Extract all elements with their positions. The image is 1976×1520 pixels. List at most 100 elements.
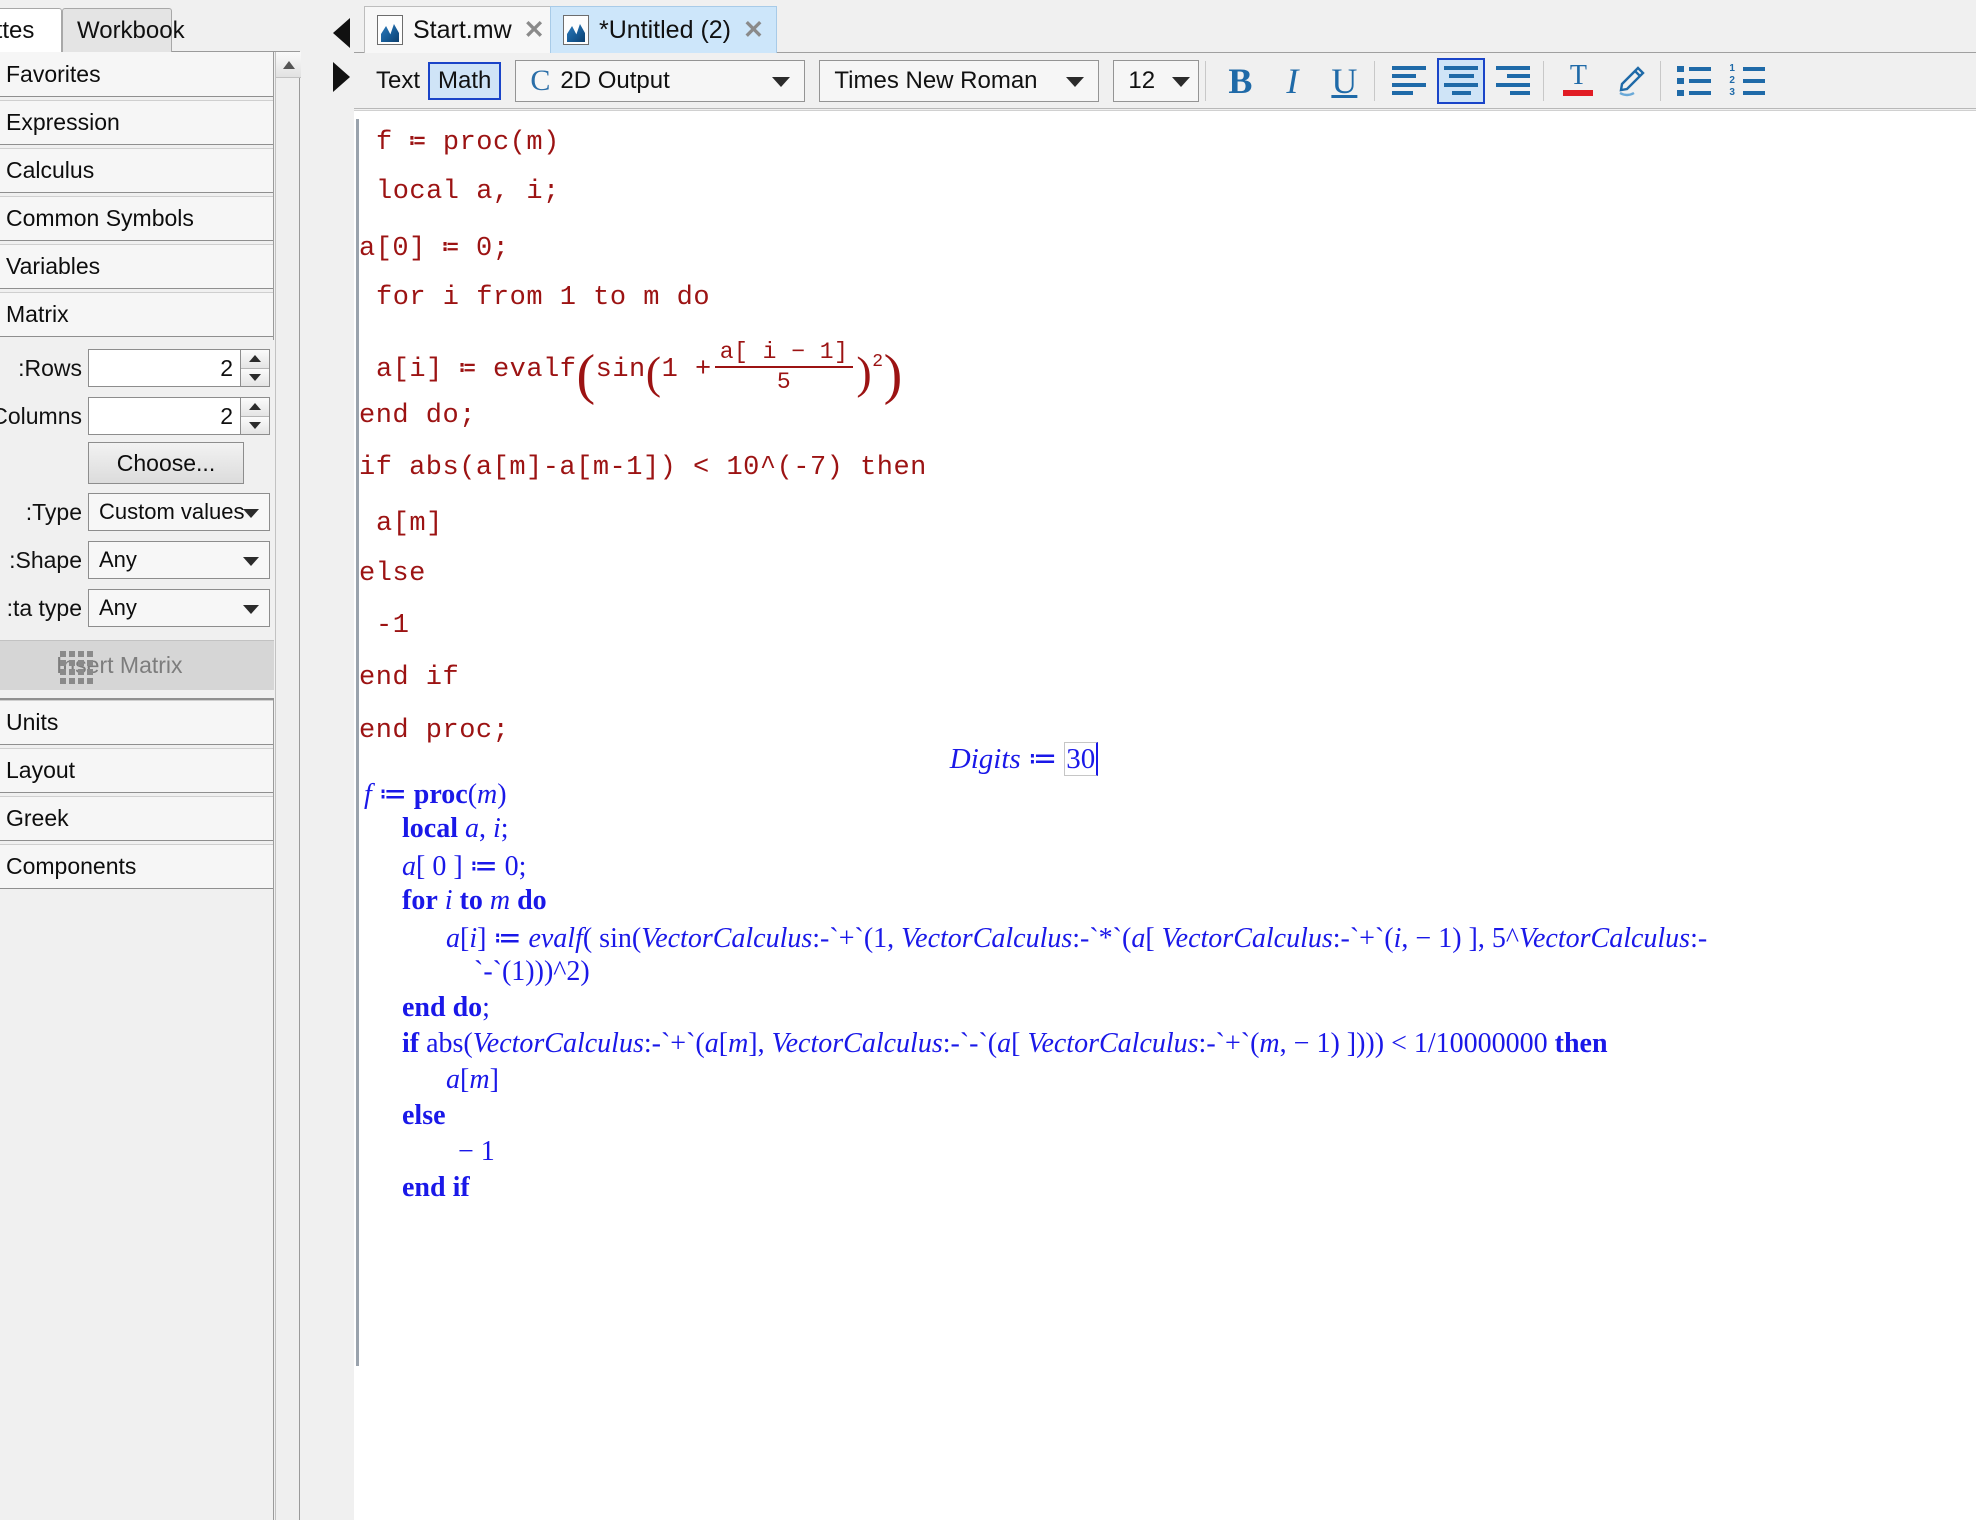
matrix-rows-increment-button[interactable]	[241, 350, 269, 369]
palette-section-list: Favorites Expression Calculus Common Sym…	[0, 52, 274, 1520]
input-line-local[interactable]: local a, i;	[376, 177, 560, 207]
text-mode-button[interactable]: Text	[368, 64, 428, 98]
palette-item-label: Greek	[6, 805, 69, 831]
matrix-type-select[interactable]: Custom values	[88, 493, 270, 531]
palette-item-greek[interactable]: Greek	[0, 796, 273, 841]
chevron-down-icon	[249, 421, 261, 429]
font-size-value: 12	[1128, 66, 1156, 94]
matrix-rows-decrement-button[interactable]	[241, 368, 269, 386]
numbered-list-button[interactable]: 123	[1723, 58, 1771, 104]
palette-item-layout[interactable]: Layout	[0, 748, 273, 793]
palette-item-calculus[interactable]: Calculus	[0, 148, 273, 193]
matrix-columns-decrement-button[interactable]	[241, 416, 269, 434]
matrix-columns-input[interactable]: 2	[88, 397, 240, 435]
panel-splitter[interactable]	[330, 0, 354, 1520]
matrix-datatype-select[interactable]: Any	[88, 589, 270, 627]
chevron-up-icon	[249, 355, 261, 363]
matrix-shape-select[interactable]: Any	[88, 541, 270, 579]
align-left-icon	[1392, 65, 1427, 96]
open-paren-outer: (	[576, 343, 596, 406]
cursive-c-icon: C	[530, 63, 551, 97]
expand-right-arrow-icon[interactable]	[333, 62, 350, 92]
input-line-else[interactable]: else	[359, 559, 426, 589]
input-line-minus-one[interactable]: -1	[376, 611, 409, 641]
matrix-columns-increment-button[interactable]	[241, 398, 269, 417]
close-icon[interactable]: ✕	[524, 17, 545, 43]
text-color-button[interactable]: T	[1554, 58, 1602, 104]
toolbar-divider	[1660, 60, 1662, 101]
output-line: local a, i;	[402, 813, 509, 844]
align-left-button[interactable]	[1385, 58, 1433, 104]
palette-item-label: Units	[6, 709, 59, 735]
palette-item-components[interactable]: Components	[0, 844, 273, 889]
matrix-columns-label: Columns:	[0, 402, 82, 429]
formula-exponent: 2	[872, 351, 884, 372]
input-text: a[0] ≔ 0;	[359, 234, 510, 264]
tab-palettes-label: lettes	[0, 17, 35, 44]
palette-item-favorites[interactable]: Favorites	[0, 52, 273, 97]
collapse-left-arrow-icon[interactable]	[333, 18, 350, 48]
palette-item-expression[interactable]: Expression	[0, 100, 273, 145]
document-tab-untitled[interactable]: *Untitled (2) ✕	[550, 6, 777, 53]
insert-matrix-button[interactable]: Insert Matrix	[0, 640, 274, 690]
tab-workbook[interactable]: Workbook	[62, 8, 185, 52]
palette-item-label: Matrix	[6, 301, 69, 327]
matrix-datatype-value: Any	[99, 595, 137, 620]
maple-application-window: lettes Workbook Favorites Expression Cal…	[0, 0, 1976, 1520]
worksheet-canvas[interactable]: f ≔ proc(m) local a, i; a[0] ≔ 0; for i …	[354, 110, 1976, 1520]
input-line-am[interactable]: a[m]	[376, 509, 443, 539]
matrix-rows-stepper[interactable]: 2	[88, 349, 270, 387]
highlighter-pen-icon	[1613, 64, 1647, 98]
output-line: end do;	[402, 992, 490, 1023]
matrix-rows-spin-buttons[interactable]	[240, 349, 270, 387]
matrix-columns-stepper[interactable]: 2	[88, 397, 270, 435]
font-family-select[interactable]: Times New Roman	[819, 59, 1100, 102]
math-mode-button[interactable]: Math	[428, 61, 502, 100]
palette-item-units[interactable]: Units	[0, 700, 273, 745]
font-size-select[interactable]: 12	[1113, 59, 1200, 102]
choose-button[interactable]: Choose...	[88, 442, 244, 484]
align-right-button[interactable]	[1489, 58, 1537, 104]
underline-button[interactable]: U	[1320, 58, 1368, 104]
output-line: f ≔ proc(m)	[364, 779, 507, 810]
tab-palettes[interactable]: lettes	[0, 8, 62, 52]
tab-workbook-label: Workbook	[77, 17, 185, 44]
matrix-columns-row: Columns: 2	[0, 394, 274, 438]
palette-scrollbar[interactable]	[275, 52, 301, 1520]
output-line: a[ 0 ] ≔ 0;	[402, 851, 527, 882]
italic-button[interactable]: I	[1268, 58, 1316, 104]
input-line-end-if[interactable]: end if	[359, 663, 459, 693]
matrix-rows-input[interactable]: 2	[88, 349, 240, 387]
matrix-columns-spin-buttons[interactable]	[240, 397, 270, 435]
align-center-button[interactable]	[1437, 57, 1486, 104]
document-tab-start[interactable]: Start.mw ✕	[364, 6, 558, 53]
bold-button[interactable]: B	[1216, 58, 1264, 104]
worksheet-file-icon	[563, 15, 589, 45]
close-icon[interactable]: ✕	[743, 17, 764, 43]
chevron-down-icon	[243, 509, 259, 518]
input-line-if[interactable]: if abs(a[m]-a[m-1]) < 10^(-7) then	[359, 453, 927, 483]
palette-item-label: Expression	[6, 109, 120, 135]
align-right-icon	[1496, 65, 1531, 96]
palette-item-common-symbols[interactable]: Common Symbols	[0, 196, 273, 241]
palette-scroll-up-button[interactable]	[276, 52, 301, 78]
input-line-formula[interactable]: a[i] ≔ evalf(sin(1 + a[ i − 1] 5)2)	[376, 339, 903, 407]
input-line-for[interactable]: for i from 1 to m do	[376, 283, 710, 313]
output-line: for i to m do	[402, 885, 547, 916]
style-select[interactable]: C 2D Output	[515, 59, 806, 102]
palette-item-variables[interactable]: Variables	[0, 244, 273, 289]
matrix-datatype-row: ta type: Any	[0, 586, 274, 630]
fraction-numerator: a[ i − 1]	[714, 339, 854, 368]
matrix-type-value: Custom values	[99, 499, 245, 524]
input-line-proc[interactable]: f ≔ proc(m)	[376, 125, 560, 158]
palette-item-matrix[interactable]: Matrix	[0, 292, 273, 337]
formula-sin: sin	[595, 354, 646, 385]
input-text: end if	[359, 663, 460, 693]
text-math-toggle: Text Math	[368, 61, 502, 100]
highlight-button[interactable]	[1606, 58, 1654, 104]
matrix-grid-icon	[60, 650, 93, 684]
input-line-end-do[interactable]: end do;	[359, 401, 476, 431]
formula-lhs: a[i] ≔ evalf	[376, 354, 577, 385]
input-line-a0[interactable]: a[0] ≔ 0;	[359, 231, 509, 264]
bullet-list-button[interactable]	[1671, 58, 1719, 104]
